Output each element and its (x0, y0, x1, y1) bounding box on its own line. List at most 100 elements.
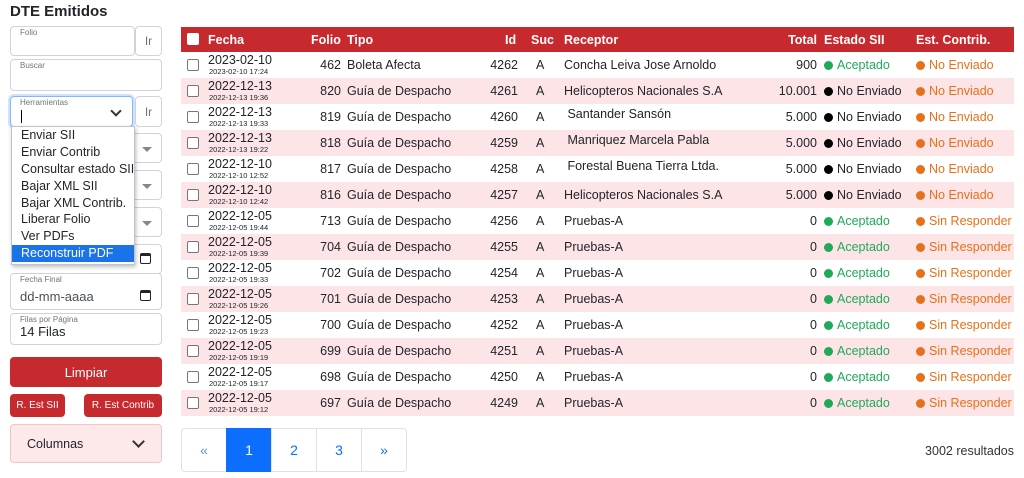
row-checkbox[interactable] (187, 215, 199, 227)
refresh-sii-status-button[interactable]: R. Est SII (10, 394, 65, 417)
row-est-contrib: Sin Responder (916, 344, 1012, 358)
col-folio[interactable]: Folio (311, 33, 341, 47)
end-date-field[interactable]: Fecha Final dd-mm-aaaa (10, 273, 162, 310)
col-tipo[interactable]: Tipo (347, 33, 373, 47)
table-row[interactable]: 2022-12-13 2022-12-13 19:22 818 Guía de Des… (181, 130, 1014, 156)
table-row[interactable]: 2022-12-13 2022-12-13 19:33 819 Guía de Des… (181, 104, 1014, 130)
tools-menu-item[interactable]: Reconstruir PDF (12, 245, 134, 263)
table-row[interactable]: 2023-02-10 2023-02-10 17:24 462 Boleta Afec… (181, 52, 1014, 78)
calendar-icon[interactable] (140, 290, 151, 301)
tools-menu-item[interactable]: Bajar XML SII (12, 178, 134, 195)
tools-select[interactable]: Herramientas (10, 96, 133, 127)
row-date: 2022-12-05 (208, 391, 272, 405)
table-header: Fecha Folio Tipo Id Suc Receptor Total E… (181, 27, 1014, 52)
est-contrib-text: Sin Responder (929, 240, 1012, 254)
filter-select[interactable] (134, 207, 162, 237)
date-input[interactable] (134, 244, 162, 274)
row-receptor: Pruebas-A (564, 318, 624, 332)
col-id[interactable]: Id (505, 33, 516, 47)
tools-menu-item[interactable]: Ver PDFs (12, 228, 134, 245)
col-total[interactable]: Total (788, 33, 817, 47)
row-tipo: Guía de Despacho (347, 318, 452, 332)
page-button-3[interactable]: 3 (316, 428, 362, 472)
row-id: 4261 (490, 84, 518, 98)
estado-sii-text: No Enviado (837, 188, 902, 202)
table-row[interactable]: 2022-12-05 2022-12-05 19:26 701 Guía de Des… (181, 286, 1014, 312)
row-total: 5.000 (785, 188, 817, 202)
row-checkbox[interactable] (187, 345, 199, 357)
row-checkbox[interactable] (187, 137, 199, 149)
page-button-1[interactable]: 1 (226, 428, 272, 472)
status-dot-icon (916, 269, 925, 278)
est-contrib-text: No Enviado (929, 136, 994, 150)
row-checkbox[interactable] (187, 319, 199, 331)
table-row[interactable]: 2022-12-05 2022-12-05 19:19 699 Guía de Des… (181, 338, 1014, 364)
col-fecha[interactable]: Fecha (208, 33, 244, 47)
row-datetime: 2022-12-05 19:19 (209, 353, 269, 362)
text-cursor (21, 110, 22, 123)
table-row[interactable]: 2022-12-10 2022-12-10 12:52 817 Guía de Des… (181, 156, 1014, 182)
col-suc[interactable]: Suc (531, 33, 554, 47)
col-receptor[interactable]: Receptor (564, 33, 618, 47)
tools-menu-item[interactable]: Consultar estado SII (12, 161, 134, 178)
row-checkbox[interactable] (187, 189, 199, 201)
tools-menu-item[interactable]: Enviar SII (12, 127, 134, 144)
table-row[interactable]: 2022-12-05 2022-12-05 19:33 702 Guía de Des… (181, 260, 1014, 286)
clear-button[interactable]: Limpiar (10, 357, 162, 387)
table-row[interactable]: 2022-12-13 2022-12-13 19:36 820 Guía de Des… (181, 78, 1014, 104)
row-id: 4255 (490, 240, 518, 254)
row-receptor: Concha Leiva Jose Arnoldo (564, 58, 717, 72)
columns-toggle[interactable]: Columnas (10, 424, 162, 463)
tools-menu-item[interactable]: Bajar XML Contrib. (12, 195, 134, 212)
row-estado-sii: Aceptado (824, 214, 890, 228)
status-dot-icon (916, 295, 925, 304)
col-estado-sii[interactable]: Estado SII (824, 33, 884, 47)
filter-select[interactable] (134, 170, 162, 200)
rows-per-page-select[interactable]: Filas por Página 14 Filas (10, 313, 162, 345)
row-checkbox[interactable] (187, 85, 199, 97)
folio-go-button[interactable]: Ir (135, 26, 162, 56)
row-folio: 702 (320, 266, 341, 280)
row-id: 4252 (490, 318, 518, 332)
row-folio: 700 (320, 318, 341, 332)
row-checkbox[interactable] (187, 293, 199, 305)
caret-down-icon (142, 147, 152, 152)
row-est-contrib: No Enviado (916, 136, 994, 150)
row-suc: A (536, 266, 545, 280)
est-contrib-text: Sin Responder (929, 214, 1012, 228)
row-checkbox[interactable] (187, 397, 199, 409)
estado-sii-text: No Enviado (837, 110, 902, 124)
table-row[interactable]: 2022-12-05 2022-12-05 19:12 697 Guía de Des… (181, 390, 1014, 416)
rows-per-page-label: Filas por Página (20, 315, 78, 324)
page-next-button[interactable]: » (361, 428, 407, 472)
table-row[interactable]: 2022-12-05 2022-12-05 19:17 698 Guía de Des… (181, 364, 1014, 390)
col-est-contrib[interactable]: Est. Contrib. (916, 33, 990, 47)
tools-go-button[interactable]: Ir (135, 96, 162, 127)
table-row[interactable]: 2022-12-05 2022-12-05 19:39 704 Guía de Des… (181, 234, 1014, 260)
row-checkbox[interactable] (187, 111, 199, 123)
filter-select[interactable] (134, 133, 162, 163)
refresh-contrib-status-button[interactable]: R. Est Contrib (84, 394, 162, 417)
folio-field[interactable]: Folio (10, 26, 135, 56)
tools-menu-item[interactable]: Liberar Folio (12, 211, 134, 228)
page-button-2[interactable]: 2 (271, 428, 317, 472)
est-contrib-text: Sin Responder (929, 370, 1012, 384)
row-checkbox[interactable] (187, 59, 199, 71)
page-prev-button[interactable]: « (181, 428, 227, 472)
table-row[interactable]: 2022-12-10 2022-12-10 12:42 816 Guía de Des… (181, 182, 1014, 208)
select-all-checkbox[interactable] (187, 33, 199, 45)
status-dot-icon (824, 113, 833, 122)
tools-menu-item[interactable]: Enviar Contrib (12, 144, 134, 161)
row-checkbox[interactable] (187, 267, 199, 279)
search-input[interactable]: Buscar (10, 59, 162, 91)
rows-per-page-value: 14 Filas (20, 324, 66, 339)
table-row[interactable]: 2022-12-05 2022-12-05 19:44 713 Guía de Des… (181, 208, 1014, 234)
row-checkbox[interactable] (187, 163, 199, 175)
row-checkbox[interactable] (187, 371, 199, 383)
row-est-contrib: No Enviado (916, 84, 994, 98)
row-checkbox[interactable] (187, 241, 199, 253)
row-total: 0 (810, 344, 817, 358)
estado-sii-text: Aceptado (837, 344, 890, 358)
end-date-label: Fecha Final (20, 275, 62, 284)
table-row[interactable]: 2022-12-05 2022-12-05 19:23 700 Guía de Des… (181, 312, 1014, 338)
